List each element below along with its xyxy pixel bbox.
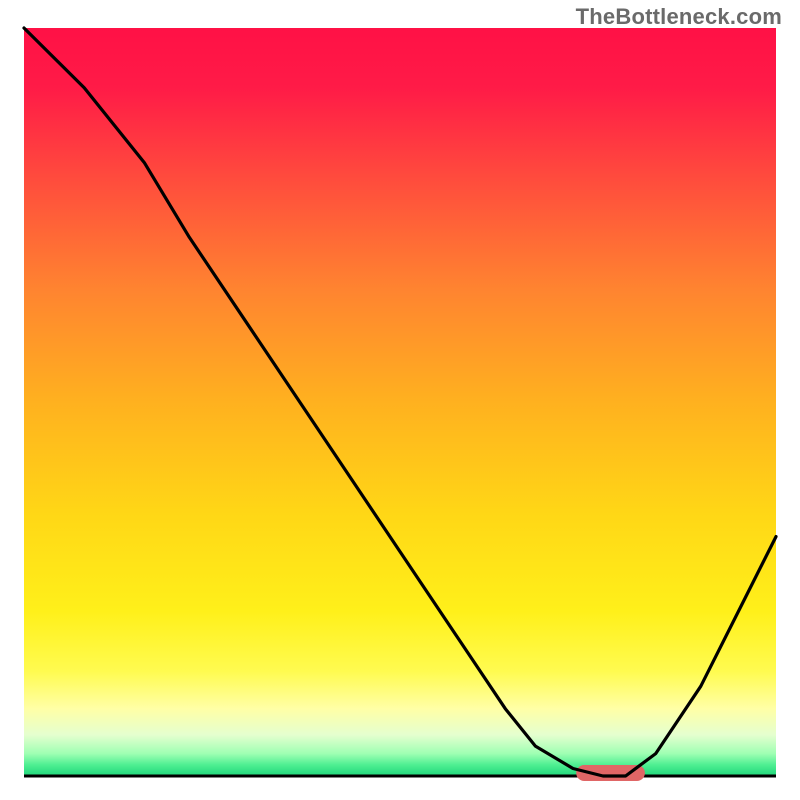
- plot-svg: [0, 0, 800, 800]
- plot-background: [24, 28, 776, 776]
- bottleneck-chart: TheBottleneck.com: [0, 0, 800, 800]
- watermark-text: TheBottleneck.com: [576, 4, 782, 30]
